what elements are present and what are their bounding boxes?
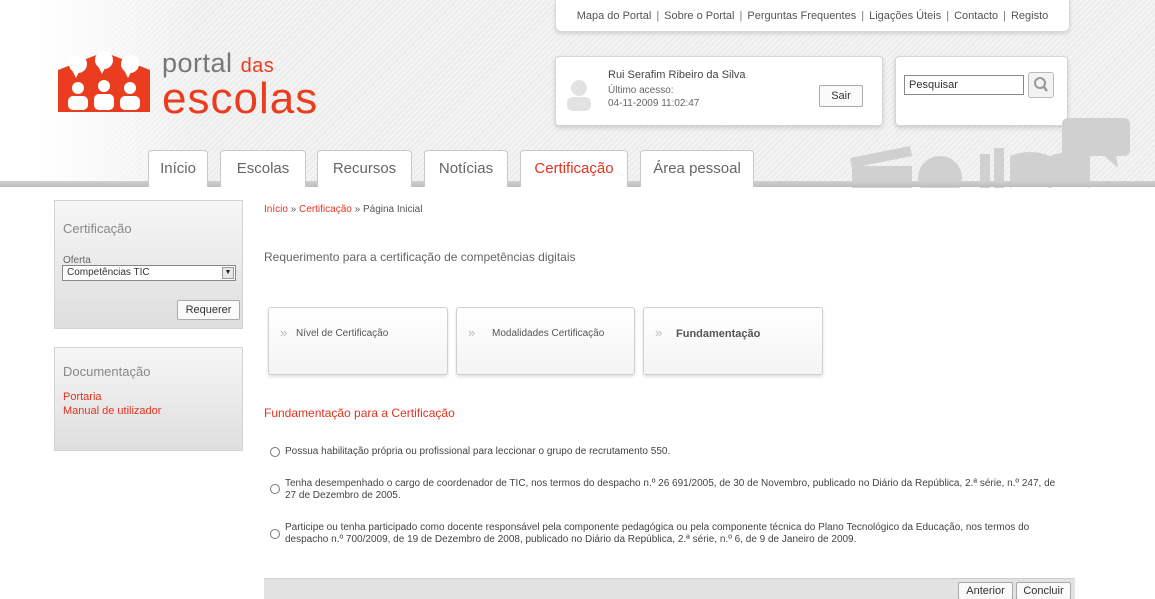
tab-escolas[interactable]: Escolas bbox=[220, 150, 306, 187]
separator: | bbox=[656, 9, 660, 22]
toplink-ligacoes[interactable]: Ligações Úteis bbox=[869, 10, 941, 22]
link-portaria[interactable]: Portaria bbox=[63, 391, 102, 403]
certificacao-panel: Certificação Oferta Competências TIC ▼ R… bbox=[54, 200, 243, 329]
last-access-date: 04-11-2009 11:02:47 bbox=[608, 98, 700, 109]
portal-logo[interactable]: portal das escolas bbox=[50, 38, 350, 128]
panel-title-documentacao: Documentação bbox=[63, 364, 151, 379]
toplink-sobre[interactable]: Sobre o Portal bbox=[664, 10, 734, 22]
toplink-registo[interactable]: Registo bbox=[1011, 10, 1048, 22]
option-text-1: Possua habilitação própria ou profission… bbox=[285, 446, 671, 457]
oferta-selected-value: Competências TIC bbox=[67, 267, 150, 278]
breadcrumb-separator: » bbox=[351, 204, 363, 215]
step-label: Nível de Certificação bbox=[296, 328, 389, 339]
link-manual-utilizador[interactable]: Manual de utilizador bbox=[63, 405, 161, 417]
last-access-label: Último acesso: bbox=[608, 85, 674, 96]
oferta-select[interactable]: Competências TIC ▼ bbox=[62, 265, 236, 281]
separator: | bbox=[1003, 9, 1006, 22]
action-bar: Anterior Concluir bbox=[264, 578, 1075, 599]
step-label: Fundamentação bbox=[676, 328, 761, 340]
tab-inicio[interactable]: Início bbox=[148, 150, 208, 187]
search-box bbox=[895, 56, 1068, 126]
step-fundamentacao[interactable]: » Fundamentação bbox=[643, 307, 823, 375]
separator: | bbox=[739, 9, 743, 22]
toplink-contacto[interactable]: Contacto bbox=[954, 10, 998, 22]
search-icon bbox=[1034, 77, 1048, 92]
separator: | bbox=[861, 9, 865, 22]
tab-certificacao[interactable]: Certificação bbox=[520, 150, 628, 187]
section-title: Fundamentação para a Certificação bbox=[264, 406, 455, 420]
finish-button[interactable]: Concluir bbox=[1016, 582, 1071, 599]
requerer-button[interactable]: Requerer bbox=[177, 300, 240, 320]
user-name: Rui Serafim Ribeiro da Silva bbox=[608, 69, 746, 81]
separator: | bbox=[946, 9, 950, 22]
tab-area-pessoal[interactable]: Área pessoal bbox=[640, 150, 754, 187]
radio-option-2[interactable] bbox=[270, 484, 280, 494]
tab-recursos[interactable]: Recursos bbox=[317, 150, 412, 187]
double-chevron-right-icon: » bbox=[655, 325, 663, 340]
toplink-mapa[interactable]: Mapa do Portal bbox=[577, 10, 652, 22]
breadcrumb: Início » Certificação » Página Inicial bbox=[264, 204, 422, 215]
tab-noticias[interactable]: Notícias bbox=[424, 150, 508, 187]
top-links-bar: Mapa do Portal | Sobre o Portal | Pergun… bbox=[555, 0, 1070, 32]
header-decoration-icons bbox=[850, 118, 1130, 188]
step-modalidades-certificacao[interactable]: » Modalidades Certificação bbox=[456, 307, 635, 375]
breadcrumb-home[interactable]: Início bbox=[264, 204, 288, 215]
user-box: Rui Serafim Ribeiro da Silva Último aces… bbox=[555, 56, 883, 126]
logout-button[interactable]: Sair bbox=[819, 85, 863, 107]
panel-title-certificacao: Certificação bbox=[63, 221, 132, 236]
search-button[interactable] bbox=[1028, 72, 1054, 98]
toplink-faq[interactable]: Perguntas Frequentes bbox=[747, 10, 856, 22]
double-chevron-right-icon: » bbox=[280, 325, 288, 340]
user-avatar-icon bbox=[567, 80, 591, 111]
breadcrumb-separator: » bbox=[287, 204, 300, 215]
radio-option-1[interactable] bbox=[270, 447, 280, 457]
logo-people-icon bbox=[58, 51, 150, 112]
radio-option-3[interactable] bbox=[270, 529, 280, 539]
step-label: Modalidades Certificação bbox=[492, 328, 605, 339]
search-input[interactable] bbox=[904, 75, 1024, 95]
chevron-down-icon[interactable]: ▼ bbox=[222, 267, 234, 279]
logo-text-escolas: escolas bbox=[162, 74, 319, 123]
option-text-2: Tenha desempenhado o cargo de coordenado… bbox=[285, 478, 1056, 501]
option-text-3: Participe ou tenha participado como doce… bbox=[285, 522, 1030, 545]
breadcrumb-section[interactable]: Certificação bbox=[299, 204, 352, 215]
page-subtitle: Requerimento para a certificação de comp… bbox=[264, 250, 576, 264]
double-chevron-right-icon: » bbox=[468, 325, 476, 340]
previous-button[interactable]: Anterior bbox=[958, 582, 1013, 599]
step-nivel-certificacao[interactable]: » Nível de Certificação bbox=[268, 307, 448, 375]
documentacao-panel: Documentação Portaria Manual de utilizad… bbox=[54, 347, 243, 451]
breadcrumb-current: Página Inicial bbox=[362, 204, 423, 215]
